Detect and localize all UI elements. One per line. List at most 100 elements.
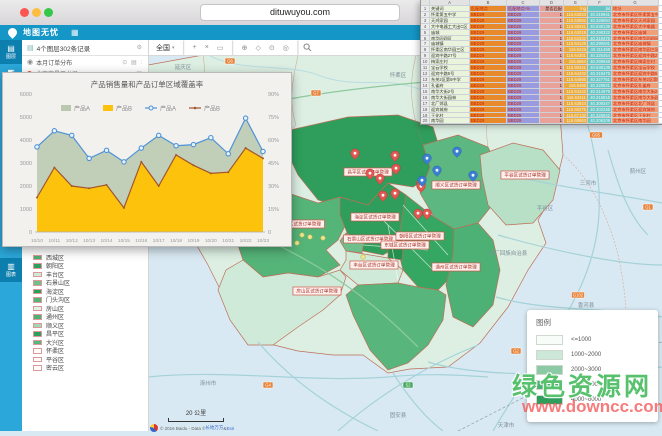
- layer-row[interactable]: ◉ 本月订单分布 ⊙ ▤ :: [22, 56, 148, 68]
- sheet-cell[interactable]: C: [507, 0, 540, 5]
- layer-actions-icons[interactable]: ⊙ ▤ :: [122, 59, 143, 66]
- sheet-cell[interactable]: BBD29: [470, 36, 507, 41]
- sheet-cell[interactable]: BBD29: [470, 113, 507, 118]
- sheet-cell[interactable]: 1: [540, 65, 564, 70]
- sheet-cell[interactable]: 王化村: [430, 113, 470, 118]
- sheet-cell[interactable]: BBD29: [507, 65, 540, 70]
- sheet-cell[interactable]: 天鸿家园: [430, 18, 470, 23]
- sheet-cell[interactable]: 北京市怀柔区庙城镇: [612, 41, 659, 46]
- sheet-cell[interactable]: 孔雀府: [430, 83, 470, 88]
- sheet-cell[interactable]: BBD29: [470, 53, 507, 58]
- sheet-cell[interactable]: BBD29: [470, 89, 507, 94]
- layer-summary-row[interactable]: ▤ 4个图层302条记录 ⚙: [22, 40, 148, 56]
- sheet-cell[interactable]: 40.302246: [588, 107, 612, 112]
- apps-grid-icon[interactable]: ▦: [71, 28, 79, 37]
- sheet-cell[interactable]: D: [540, 0, 564, 5]
- sheet-cell[interactable]: 40.328084: [588, 18, 612, 23]
- pan-tool-icon[interactable]: +: [193, 44, 197, 51]
- sheet-cell[interactable]: BBD29: [470, 41, 507, 46]
- sheet-cell[interactable]: 16: [421, 95, 430, 100]
- sheet-cell[interactable]: BBD29: [507, 71, 540, 76]
- sheet-cell[interactable]: BBD29: [507, 53, 540, 58]
- sheet-cell[interactable]: 3: [421, 18, 430, 23]
- district-list-item[interactable]: 门头沟区: [33, 296, 70, 305]
- sheet-cell[interactable]: 迎宾中路5号: [430, 71, 470, 76]
- spreadsheet-window[interactable]: ABCDEFG1关键词匹配地点匹配地点-%是否匹配lnglat地址2怀柔第五中学…: [420, 0, 662, 125]
- sheet-cell[interactable]: BBD29: [507, 95, 540, 100]
- sheet-cell[interactable]: 北京市怀柔区迎宾中路27号: [612, 53, 659, 58]
- sheet-cell[interactable]: A: [430, 0, 470, 5]
- sheet-cell[interactable]: BBD29: [470, 18, 507, 23]
- sheet-cell[interactable]: 北京市怀柔区南华园三区: [612, 47, 659, 52]
- sheet-cell[interactable]: 19: [421, 113, 430, 118]
- sheet-cell[interactable]: B: [470, 0, 507, 5]
- rect-select-icon[interactable]: ▭: [217, 44, 224, 52]
- sheet-cell[interactable]: 1: [421, 6, 430, 11]
- sheet-cell[interactable]: 40.319476: [588, 36, 612, 41]
- sheet-cell[interactable]: 116.64332: [564, 36, 588, 41]
- sheet-cell[interactable]: 东关2区第5中学: [430, 77, 470, 82]
- sheet-cell[interactable]: 40.638139: [588, 24, 612, 29]
- sheet-cell[interactable]: 116.64129: [564, 41, 588, 46]
- sheet-cell[interactable]: 北京市怀柔区南华园四区: [612, 36, 659, 41]
- district-list-item[interactable]: 顺义区: [33, 321, 70, 330]
- sheet-cell[interactable]: 40.299948: [588, 59, 612, 64]
- sheet-cell[interactable]: 1: [540, 41, 564, 46]
- sheet-cell[interactable]: BBD29: [470, 101, 507, 106]
- sheet-cell[interactable]: 南华园四区: [430, 36, 470, 41]
- district-list-item[interactable]: 西城区: [33, 253, 70, 262]
- tab-layers[interactable]: ▤图层: [0, 40, 22, 64]
- district-list-item[interactable]: 房山区: [33, 304, 70, 313]
- sheet-cell[interactable]: BBD29: [470, 118, 507, 123]
- sheet-cell[interactable]: BBD29: [507, 89, 540, 94]
- sheet-cell[interactable]: 116.68963: [564, 118, 588, 123]
- sheet-cell[interactable]: BBD29: [470, 71, 507, 76]
- sheet-cell[interactable]: 116.59341: [564, 65, 588, 70]
- sheet-cell[interactable]: BBD29: [507, 12, 540, 17]
- district-list-item[interactable]: 平谷区: [33, 355, 70, 364]
- sheet-cell[interactable]: 1: [540, 24, 564, 29]
- sheet-cell[interactable]: 北京市怀柔区南华大街园林: [612, 95, 659, 100]
- sheet-cell[interactable]: 40.315816: [588, 95, 612, 100]
- sheet-cell[interactable]: 匹配地点: [470, 6, 507, 11]
- sheet-cell[interactable]: BBD29: [507, 59, 540, 64]
- sheet-cell[interactable]: 迎宾中路27号: [430, 53, 470, 58]
- sheet-cell[interactable]: 宝云学校: [430, 65, 470, 70]
- sheet-cell[interactable]: 40.319941: [588, 12, 612, 17]
- district-list-item[interactable]: 石景山区: [33, 279, 70, 288]
- sheet-cell[interactable]: 116.6954: [564, 59, 588, 64]
- sheet-cell[interactable]: 1: [540, 53, 564, 58]
- sheet-cell[interactable]: 116.64432: [564, 71, 588, 76]
- sheet-cell[interactable]: 13: [421, 77, 430, 82]
- sheet-cell[interactable]: 40.299281: [588, 41, 612, 46]
- sheet-cell[interactable]: 9: [421, 53, 430, 58]
- sheet-cell[interactable]: 40.638139: [588, 65, 612, 70]
- sheet-cell[interactable]: BBD29: [470, 107, 507, 112]
- sheet-cell[interactable]: 北京市怀柔区怀柔第五中学: [612, 12, 659, 17]
- sheet-cell[interactable]: 北京市怀柔区北厂郊县: [612, 101, 659, 106]
- sheet-cell[interactable]: BBD29: [507, 24, 540, 29]
- fullextent-tool-icon[interactable]: ◎: [283, 44, 289, 52]
- sheet-cell[interactable]: F: [588, 0, 612, 5]
- sheet-cell[interactable]: BBD29: [507, 118, 540, 123]
- sheet-cell[interactable]: 1: [540, 107, 564, 112]
- sheet-cell[interactable]: 18: [421, 107, 430, 112]
- sheet-cell[interactable]: 1: [540, 71, 564, 76]
- sheet-cell[interactable]: 迎宾城府: [430, 107, 470, 112]
- sheet-cell[interactable]: 40.327751: [588, 77, 612, 82]
- sheet-cell[interactable]: 1: [540, 30, 564, 35]
- sheet-cell[interactable]: 116.63892: [564, 18, 588, 23]
- district-list-item[interactable]: 大兴区: [33, 338, 70, 347]
- visibility-icon[interactable]: ◉: [27, 58, 33, 66]
- sheet-cell[interactable]: 1: [540, 101, 564, 106]
- sheet-cell[interactable]: 北京市怀柔区南华园: [612, 118, 659, 123]
- sheet-cell[interactable]: 12: [421, 71, 430, 76]
- sheet-cell[interactable]: BBD29: [507, 41, 540, 46]
- measure-tool-icon[interactable]: ⊙: [269, 44, 275, 52]
- sheet-cell[interactable]: 北京市怀柔区宝云学校: [612, 65, 659, 70]
- sheet-cell[interactable]: 116.63023: [564, 12, 588, 17]
- sheet-cell[interactable]: 北京市怀柔区南华大街2号: [612, 89, 659, 94]
- sheet-cell[interactable]: [421, 0, 430, 5]
- sheet-cell[interactable]: 北厂郊县: [430, 101, 470, 106]
- sheet-cell[interactable]: 北京市怀柔区庙城: [612, 30, 659, 35]
